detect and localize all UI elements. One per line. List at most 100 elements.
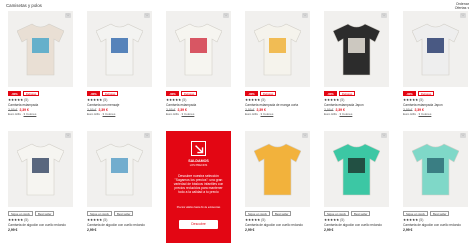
price-block: 2,99 €: [245, 228, 254, 232]
product-card[interactable]: ♡ -30% Rebajas ★★★★★ (5) Camiseta estampada …: [403, 11, 468, 123]
star-rating: ★★★★★: [324, 218, 340, 222]
heart-icon[interactable]: ♡: [302, 13, 308, 18]
heart-icon[interactable]: ♡: [65, 133, 71, 138]
product-card[interactable]: ♡ Sigue en stock Best seller ★★★★★ (5) Camis…: [403, 131, 468, 243]
product-card[interactable]: ♡ Sigue en stock Best seller ★★★★★ (5) Camis…: [245, 131, 310, 243]
product-image[interactable]: ♡: [8, 11, 73, 87]
rating-count: (5): [339, 218, 345, 222]
breadcrumb[interactable]: Camisetas y polos: [6, 3, 42, 8]
product-image[interactable]: ♡: [87, 131, 152, 207]
product-badge: Best seller: [271, 211, 292, 216]
product-image[interactable]: ♡: [245, 131, 310, 207]
tshirt-image: [175, 23, 222, 76]
star-rating: ★★★★★: [324, 98, 340, 102]
tshirt-image: [17, 23, 64, 76]
product-badge: -30%: [8, 91, 21, 96]
product-title[interactable]: Camiseta de algodón con cuello redondo: [403, 223, 468, 227]
product-badge: Best seller: [429, 211, 450, 216]
tshirt-image: [412, 23, 459, 76]
price: 2,99 €: [245, 227, 255, 232]
price-block: 3,99 €2,39 €: [166, 108, 187, 112]
product-card[interactable]: ♡ Sigue en stock Best seller ★★★★★ (5) Camis…: [87, 131, 152, 243]
heart-icon[interactable]: ♡: [381, 133, 387, 138]
promo-discover-button[interactable]: Descubre: [179, 220, 218, 229]
heart-icon[interactable]: ♡: [381, 13, 387, 18]
heart-icon[interactable]: ♡: [144, 133, 150, 138]
rating-count: (5): [339, 98, 345, 102]
rating-count: (5): [23, 98, 29, 102]
colors-link[interactable]: 3 Colores: [340, 112, 353, 116]
star-rating: ★★★★★: [87, 218, 103, 222]
product-card[interactable]: ♡ -30% Rebajas ★★★★★ (5) Camiseta estampada …: [324, 11, 389, 123]
product-row: ♡ Sigue en stock Best seller ★★★★★ (5) Camis…: [8, 131, 468, 243]
price-block: 3,99 €2,39 €: [324, 108, 345, 112]
tshirt-image: [333, 23, 380, 76]
product-image[interactable]: ♡: [8, 131, 73, 207]
rating-count: (5): [260, 218, 266, 222]
product-card[interactable]: ♡ -30% Rebajas ★★★★★ (5) Camiseta estampada …: [245, 11, 310, 123]
heart-icon[interactable]: ♡: [460, 133, 466, 138]
promo-banner[interactable]: SALDAMOS LOS PRECIOS Descubre nuestra sele…: [166, 131, 231, 243]
rating-count: (5): [23, 218, 29, 222]
product-title[interactable]: Camiseta estampada Japon: [403, 103, 468, 107]
product-image[interactable]: ♡: [245, 11, 310, 87]
colors-link[interactable]: 3 Colores: [103, 112, 116, 116]
badge-group: -30% Rebajas: [166, 91, 198, 96]
product-image[interactable]: ♡: [403, 11, 468, 87]
heart-icon[interactable]: ♡: [460, 13, 466, 18]
heart-icon[interactable]: ♡: [223, 13, 229, 18]
star-rating: ★★★★★: [403, 98, 419, 102]
product-title[interactable]: Camiseta de algodón con cuello redondo: [87, 223, 152, 227]
euro-label: Euro Hills ·: [245, 112, 261, 116]
product-image[interactable]: ♡: [87, 11, 152, 87]
old-price: 3,99 €: [8, 107, 18, 112]
product-title[interactable]: Camiseta de algodón con cuello redondo: [245, 223, 310, 227]
tshirt-image: [412, 143, 459, 196]
product-image[interactable]: ♡: [324, 11, 389, 87]
sort-control[interactable]: Ordenar Ofertas ▾: [455, 2, 469, 10]
colors-link[interactable]: 3 Colores: [261, 112, 274, 116]
price: 2,99 €: [87, 227, 97, 232]
heart-icon[interactable]: ♡: [65, 13, 71, 18]
product-card[interactable]: ♡ -30% Rebajas ★★★★★ (5) Camiseta estampada 3…: [166, 11, 231, 123]
product-title[interactable]: Camiseta estampada: [8, 103, 73, 107]
product-title[interactable]: Camiseta de algodón con cuello redondo: [324, 223, 389, 227]
product-card[interactable]: ♡ -30% Rebajas ★★★★★ (5) Camiseta con mensaj…: [87, 11, 152, 123]
product-title[interactable]: Camiseta de algodón con cuello redondo: [8, 223, 73, 227]
star-rating: ★★★★★: [403, 218, 419, 222]
euro-hills-info: Euro Hills · 3 Colores: [8, 112, 36, 116]
product-row: ♡ -30% Rebajas ★★★★★ (5) Camiseta estampada 3…: [8, 11, 468, 126]
product-card[interactable]: ♡ -30% Rebajas ★★★★★ (5) Camiseta estampada 3…: [8, 11, 73, 123]
product-badge: -30%: [166, 91, 179, 96]
rating-stars: ★★★★★ (5): [8, 98, 29, 102]
product-card[interactable]: ♡ Sigue en stock Best seller ★★★★★ (5) Camis…: [8, 131, 73, 243]
rating-stars: ★★★★★ (5): [403, 98, 424, 102]
badge-group: Sigue en stock Best seller: [87, 211, 134, 216]
product-title[interactable]: Camiseta con mensaje: [87, 103, 152, 107]
euro-label: Euro Hills ·: [324, 112, 340, 116]
product-image[interactable]: ♡: [166, 11, 231, 87]
colors-link[interactable]: 3 Colores: [24, 112, 37, 116]
sale-price: 2,39 €: [177, 107, 187, 112]
product-title[interactable]: Camiseta estampada: [166, 103, 231, 107]
product-image[interactable]: ♡: [403, 131, 468, 207]
heart-icon[interactable]: ♡: [302, 133, 308, 138]
colors-link[interactable]: 3 Colores: [419, 112, 432, 116]
price-block: 3,99 €2,39 €: [87, 108, 108, 112]
product-card[interactable]: ♡ Sigue en stock Best seller ★★★★★ (5) Camis…: [324, 131, 389, 243]
rating-stars: ★★★★★ (5): [166, 98, 187, 102]
product-title[interactable]: Camiseta estampada de manga corta: [245, 103, 310, 107]
sale-price: 2,39 €: [414, 107, 424, 112]
badge-group: Sigue en stock Best seller: [245, 211, 292, 216]
product-badge: Rebajas: [338, 91, 356, 96]
product-badge: -30%: [403, 91, 416, 96]
euro-label: Euro Hills ·: [8, 112, 24, 116]
badge-group: Sigue en stock Best seller: [324, 211, 371, 216]
product-title[interactable]: Camiseta estampada Japon: [324, 103, 389, 107]
product-badge: Best seller: [350, 211, 371, 216]
euro-hills-info: Euro Hills · 3 Colores: [245, 112, 273, 116]
badge-group: -30% Rebajas: [403, 91, 435, 96]
product-image[interactable]: ♡: [324, 131, 389, 207]
colors-link[interactable]: 3 Colores: [182, 112, 195, 116]
heart-icon[interactable]: ♡: [144, 13, 150, 18]
